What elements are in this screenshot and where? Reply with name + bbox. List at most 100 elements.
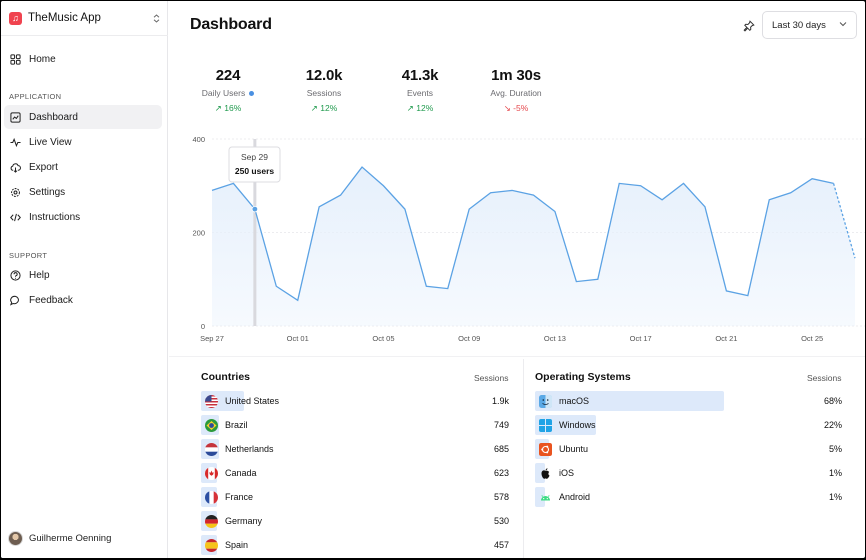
- country-row[interactable]: Netherlands 685: [201, 439, 511, 459]
- os-row[interactable]: macOS 68%: [535, 391, 845, 411]
- page-title: Dashboard: [190, 16, 272, 33]
- app-name: TheMusic App: [28, 12, 101, 24]
- os-row[interactable]: Android 1%: [535, 487, 845, 507]
- kpi-delta-value: -5%: [513, 103, 529, 113]
- cloud-download-icon: [10, 162, 21, 173]
- kpi-value: 224: [215, 67, 241, 84]
- active-dot-icon: [249, 90, 255, 96]
- avatar: [8, 531, 23, 546]
- os-row[interactable]: Windows 22%: [535, 415, 845, 435]
- y-tick-label: 400: [192, 135, 205, 144]
- x-tick-label: Oct 17: [630, 334, 652, 343]
- grid-icon: [10, 53, 21, 65]
- row-label: Ubuntu: [559, 444, 589, 454]
- kpi-delta: ↗ 12%: [406, 103, 434, 113]
- sidebar-item-label: Home: [29, 53, 56, 65]
- message-icon: [10, 295, 21, 306]
- sidebar-item-dashboard[interactable]: Dashboard: [4, 105, 162, 129]
- code-icon: [10, 212, 21, 223]
- country-row[interactable]: France 578: [201, 487, 511, 507]
- kpi-sessions[interactable]: 12.0k Sessions ↗ 12%: [289, 67, 359, 114]
- country-row[interactable]: Germany 530: [201, 511, 511, 531]
- sidebar-item-feedback[interactable]: Feedback: [4, 288, 162, 312]
- x-tick-label: Sep 27: [200, 334, 224, 343]
- kpi-avg-duration[interactable]: 1m 30s Avg. Duration ↘ -5%: [478, 67, 554, 114]
- app-window: ♫ TheMusic App Home APPLICATION Dashboar…: [1, 1, 865, 558]
- x-tick-label: Oct 09: [458, 334, 480, 343]
- sidebar-item-settings[interactable]: Settings: [4, 180, 162, 204]
- row-label: iOS: [559, 468, 575, 478]
- kpi-label: Events: [407, 88, 433, 98]
- gear-icon: [10, 187, 21, 198]
- chart-tooltip: Sep 29 250 users: [228, 146, 281, 183]
- user-name: Guilherme Oenning: [29, 533, 112, 544]
- sidebar-item-instructions[interactable]: Instructions: [4, 205, 162, 229]
- tooltip-value: 250 users: [235, 166, 274, 176]
- os-row[interactable]: Ubuntu 5%: [535, 439, 845, 459]
- pin-icon[interactable]: [743, 19, 755, 32]
- sidebar-item-help[interactable]: Help: [4, 263, 162, 287]
- column-header: Sessions: [474, 373, 509, 383]
- main-content: Dashboard Last 30 days 224 Daily Users ↗…: [169, 1, 865, 558]
- chart-icon: [10, 111, 21, 123]
- row-label: Android: [559, 492, 591, 502]
- country-row[interactable]: United States 1.9k: [201, 391, 511, 411]
- kpi-delta: ↗ 16%: [214, 103, 242, 113]
- de-flag-icon: [205, 514, 218, 528]
- row-value: 530: [493, 516, 509, 526]
- row-value: 623: [493, 468, 509, 478]
- country-row[interactable]: Canada 623: [201, 463, 511, 483]
- chevron-down-icon: [839, 20, 847, 29]
- row-value: 578: [493, 492, 509, 502]
- section-label-application: APPLICATION: [9, 92, 62, 101]
- date-range-value: Last 30 days: [772, 19, 826, 31]
- us-flag-icon: [205, 394, 218, 408]
- date-range-select[interactable]: Last 30 days: [762, 11, 857, 39]
- chevron-up-down-icon: [153, 13, 160, 23]
- x-tick-label: Oct 05: [372, 334, 394, 343]
- section-label-support: SUPPORT: [9, 251, 48, 260]
- ubuntu-icon: [539, 442, 552, 456]
- y-tick-label: 0: [201, 322, 205, 331]
- app-switcher[interactable]: ♫ TheMusic App: [1, 1, 168, 36]
- br-flag-icon: [205, 418, 218, 432]
- x-tick-label: Oct 13: [544, 334, 566, 343]
- x-tick-label: Oct 21: [715, 334, 737, 343]
- row-value: 5%: [828, 444, 842, 454]
- row-label: Spain: [225, 540, 249, 550]
- kpi-delta: ↘ -5%: [503, 103, 529, 113]
- kpi-events[interactable]: 41.3k Events ↗ 12%: [385, 67, 455, 114]
- row-label: Windows: [559, 420, 596, 430]
- ca-flag-icon: [205, 466, 218, 480]
- row-label: United States: [225, 396, 280, 406]
- macos-icon: [539, 394, 552, 408]
- row-label: Brazil: [225, 420, 248, 430]
- kpi-label: Daily Users: [201, 88, 246, 98]
- kpi-label: Sessions: [306, 88, 342, 98]
- activity-icon: [10, 137, 21, 148]
- country-row[interactable]: Brazil 749: [201, 415, 511, 435]
- kpi-daily-users[interactable]: 224 Daily Users ↗ 16%: [193, 67, 263, 114]
- fr-flag-icon: [205, 490, 218, 504]
- user-menu[interactable]: Guilherme Oenning: [8, 531, 111, 546]
- column-header: Sessions: [807, 373, 842, 383]
- daily-users-chart[interactable]: 0 200 400 Sep 27 Oct 01 Oct 05 Oct 09 Oct 13 Oct…: [169, 126, 865, 351]
- sidebar-item-export[interactable]: Export: [4, 155, 162, 179]
- nl-flag-icon: [205, 442, 218, 456]
- os-row[interactable]: iOS 1%: [535, 463, 845, 483]
- sidebar-item-home[interactable]: Home: [4, 47, 162, 71]
- help-icon: [10, 269, 21, 281]
- sidebar-item-live-view[interactable]: Live View: [4, 130, 162, 154]
- x-tick-label: Oct 25: [801, 334, 823, 343]
- sidebar: ♫ TheMusic App Home APPLICATION Dashboar…: [1, 1, 168, 558]
- row-label: Netherlands: [225, 444, 274, 454]
- row-value: 22%: [823, 420, 842, 430]
- row-value: 1.9k: [491, 396, 509, 406]
- kpi-delta: ↗ 12%: [310, 103, 338, 113]
- tooltip-date: Sep 29: [241, 152, 268, 162]
- highlighted-point: [251, 205, 259, 213]
- es-flag-icon: [205, 538, 218, 552]
- apple-icon: [539, 467, 552, 480]
- country-row[interactable]: Spain 457: [201, 535, 511, 555]
- kpi-value: 1m 30s: [491, 67, 541, 84]
